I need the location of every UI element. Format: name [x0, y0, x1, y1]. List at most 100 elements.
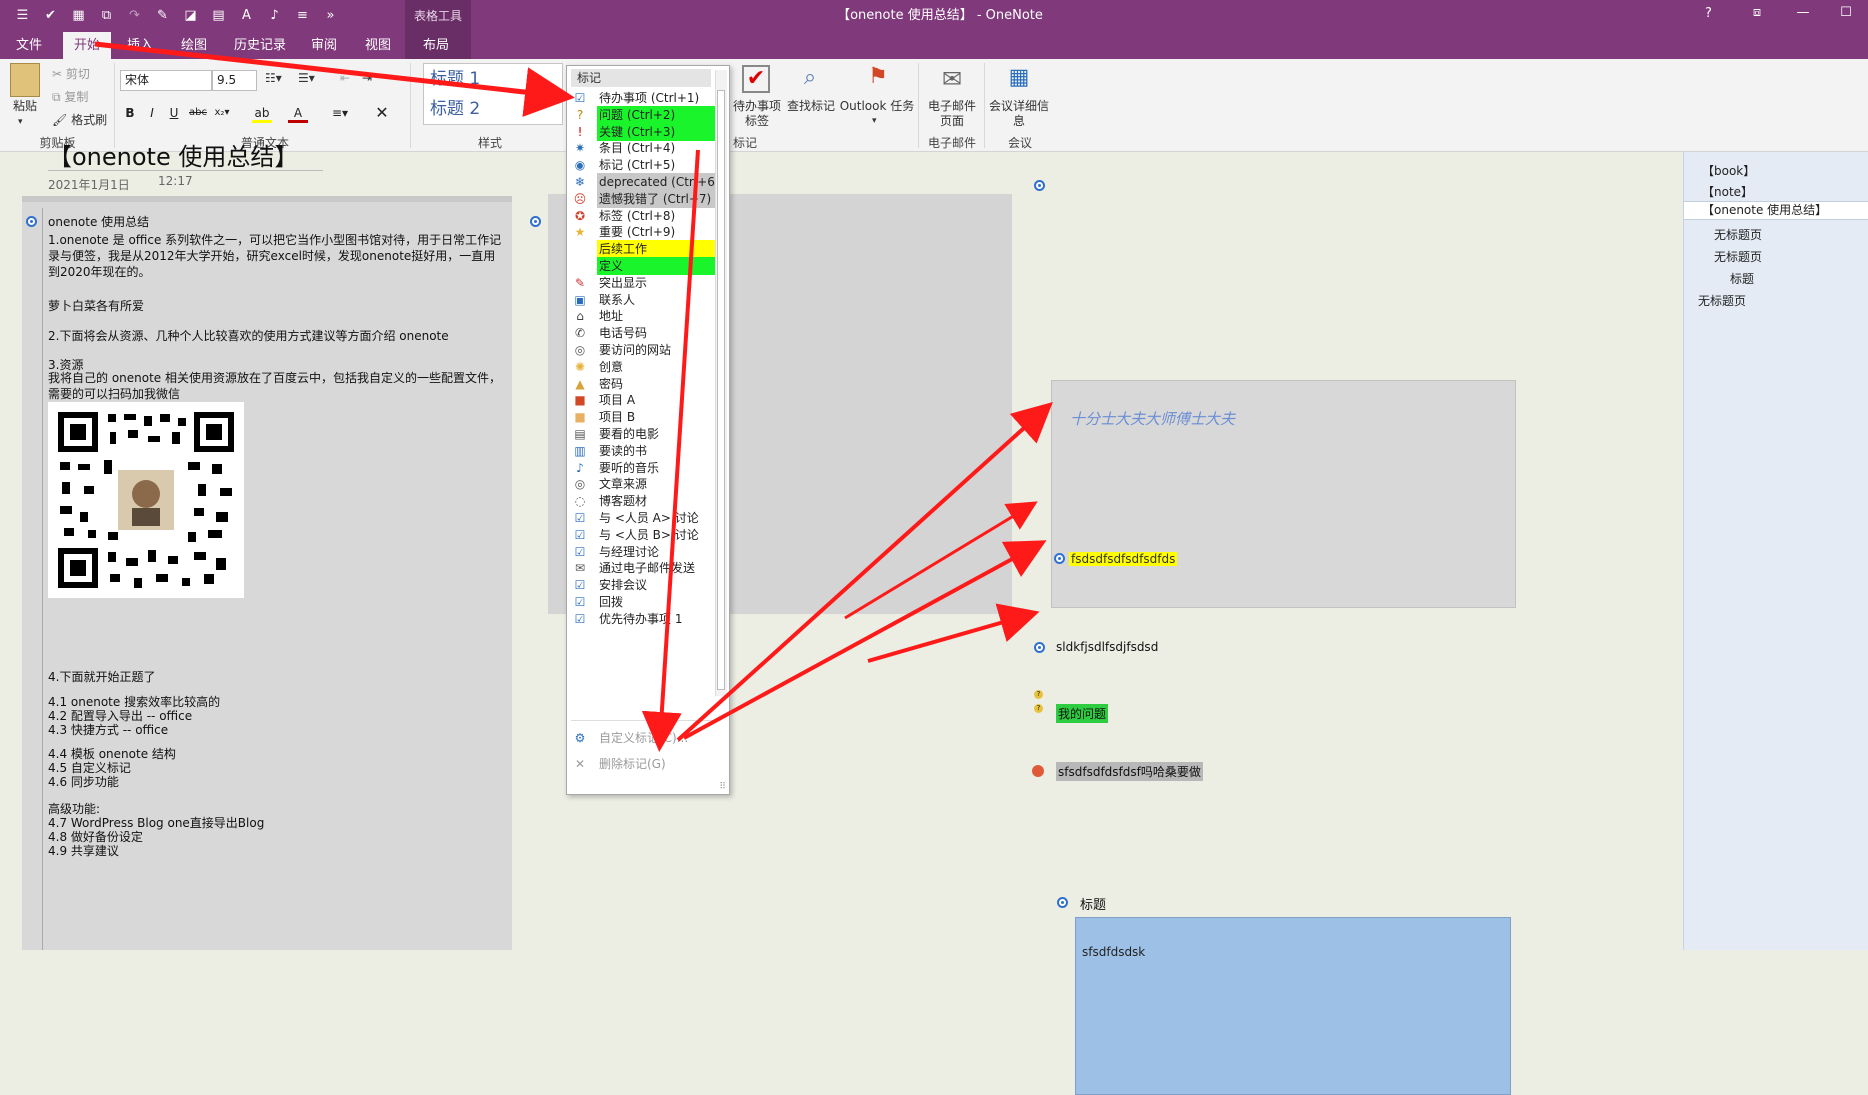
help-button[interactable]: ? [1705, 6, 1712, 21]
outline-bullet-icon[interactable] [530, 216, 541, 227]
microphone-icon[interactable]: ♪ [262, 6, 287, 26]
question-tag-icon[interactable]: ? [1034, 704, 1043, 713]
question-tag-icon[interactable]: ? [1034, 690, 1043, 699]
cut-button[interactable]: ✂ 剪切 [52, 65, 90, 82]
page-item-untitled[interactable]: 无标题页 [1714, 248, 1762, 265]
style-heading-1[interactable]: 标题 1 [424, 64, 562, 94]
font-color-icon[interactable]: A [288, 103, 308, 123]
minimize-icon[interactable]: — [1790, 5, 1816, 20]
outdent-icon[interactable]: ⇤ [340, 71, 350, 85]
format-painter-button[interactable]: 🖌 格式刷 [52, 111, 107, 128]
restore-ribbon-icon[interactable]: ⧈ [1744, 5, 1770, 20]
music-note-icon: ♪ [576, 460, 584, 475]
flag-icon[interactable]: ⚑ [865, 64, 891, 94]
tab-home[interactable]: 开始 [63, 32, 111, 59]
numbering-icon[interactable]: ☰▾ [298, 71, 315, 85]
group-label-tags: 标记 [732, 136, 757, 150]
strikethrough-icon[interactable]: abc [188, 103, 208, 123]
outlook-tasks-button[interactable]: Outlook 任务 [838, 99, 916, 114]
calendar-check-icon: ☑ [574, 578, 586, 593]
outlook-tasks-dropdown-icon[interactable]: ▾ [872, 114, 877, 129]
paste-icon[interactable] [10, 63, 40, 97]
page-item-selected[interactable]: 【onenote 使用总结】 [1684, 201, 1868, 220]
tab-draw[interactable]: 绘图 [172, 32, 216, 59]
page-canvas: 【onenote 使用总结】 2021年1月1日 12:17 onenote 使… [0, 143, 1683, 1095]
customize-tags-item[interactable]: ⚙ 自定义标记(C)... [567, 728, 717, 748]
tab-layout[interactable]: 布局 [412, 32, 460, 59]
underline-icon[interactable]: U [164, 103, 184, 123]
todo-tag-button[interactable]: 待办事项标签 [730, 99, 784, 129]
tab-view[interactable]: 视图 [356, 32, 400, 59]
tab-history[interactable]: 历史记录 [228, 32, 292, 59]
group-label-email: 电子邮件 [927, 136, 976, 150]
note-heading: onenote 使用总结 [48, 215, 150, 229]
page-item-untitled[interactable]: 无标题页 [1714, 226, 1762, 243]
align-icon[interactable]: ≡▾ [330, 103, 350, 123]
paste-button[interactable]: 粘贴 [10, 99, 40, 114]
clear-format-icon[interactable]: ✕ [372, 103, 392, 123]
page-item-title[interactable]: 标题 [1730, 270, 1754, 287]
note-container-handle[interactable] [22, 196, 512, 202]
table-icon[interactable]: ▦ [66, 6, 91, 26]
remove-tag-item[interactable]: ✕ 删除标记(G) [567, 754, 717, 774]
context-tab-label: 表格工具 [405, 0, 471, 32]
outline-bullet-icon[interactable] [1054, 553, 1065, 564]
tag-item[interactable]: ☑ 优先待办事项 1 [567, 609, 717, 629]
notebook-icon[interactable]: ☰ [10, 6, 35, 26]
paint-bucket-icon[interactable]: ◪ [178, 6, 203, 26]
dock-icon[interactable]: ⧉ [94, 6, 119, 26]
font-name-input[interactable]: 宋体 [120, 70, 212, 91]
sad-face-tag-icon[interactable] [1032, 765, 1044, 777]
outline-bullet-icon[interactable] [26, 216, 37, 227]
maximize-icon[interactable]: ☐ [1833, 5, 1859, 20]
book-icon: ▥ [574, 443, 586, 458]
styles-gallery[interactable]: 标题 1 标题 2 [423, 63, 563, 125]
highlight-icon[interactable]: ✎ [150, 6, 175, 26]
bold-icon[interactable]: B [120, 103, 140, 123]
italic-icon[interactable]: I [142, 103, 162, 123]
table-cell[interactable] [1075, 917, 1511, 1095]
note-list-item: 4.3 快捷方式 -- office [48, 723, 169, 737]
tab-file[interactable]: 文件 [5, 32, 53, 59]
dropdown-scroll-thumb[interactable] [717, 90, 725, 690]
page-item-untitled[interactable]: 无标题页 [1698, 292, 1746, 309]
copy-button[interactable]: ⧉ 复制 [52, 88, 88, 105]
email-icon[interactable]: ✉ [938, 65, 966, 93]
separator [114, 63, 115, 148]
meeting-details-button[interactable]: 会议详细信息 [988, 99, 1050, 129]
group-label-meetings: 会议 [1007, 136, 1032, 150]
page-title[interactable]: 【onenote 使用总结】 [48, 137, 298, 172]
redo-icon[interactable]: ↷ [122, 6, 147, 26]
meeting-calendar-icon[interactable]: ▦ [1004, 65, 1034, 93]
font-size-input[interactable]: 9.5 [212, 70, 257, 91]
note-paragraph: 1.onenote 是 office 系列软件之一，可以把它当作小型图书馆对待，… [48, 233, 502, 279]
highlight-color-icon[interactable]: ab [252, 103, 272, 123]
style-heading-2[interactable]: 标题 2 [424, 94, 562, 124]
find-tags-button[interactable]: 查找标记 [786, 99, 836, 114]
tab-insert[interactable]: 插入 [118, 32, 162, 59]
tab-review[interactable]: 审阅 [302, 32, 346, 59]
indent-icon[interactable]: ⇥ [362, 71, 372, 85]
email-page-button[interactable]: 电子邮件页面 [924, 99, 980, 129]
grid-icon[interactable]: ▤ [206, 6, 231, 26]
title-underline [48, 170, 323, 171]
page-item-book[interactable]: 【book】 [1702, 162, 1755, 179]
resize-grip-icon[interactable]: ⠿ [719, 782, 726, 792]
align-icon[interactable]: ≡ [290, 6, 315, 26]
bullets-icon[interactable]: ☷▾ [265, 71, 282, 85]
outline-bullet-icon[interactable] [1057, 897, 1068, 908]
outline-bullet-icon[interactable] [1034, 180, 1045, 191]
todo-checkbox-icon[interactable]: ✔ [742, 65, 770, 93]
font-color-icon[interactable]: A [234, 6, 259, 26]
paste-dropdown-icon[interactable]: ▾ [18, 115, 23, 130]
note-list-item: 4.9 共享建议 [48, 844, 119, 858]
pen-icon: ✎ [574, 275, 586, 290]
find-tags-icon[interactable]: ⌕ [795, 65, 825, 95]
more-icon[interactable]: » [318, 6, 343, 26]
subscript-icon[interactable]: x₂▾ [212, 103, 232, 123]
speech-bubble-icon: ◌ [574, 494, 586, 509]
table-cell-text: sfsdfdsdsk [1082, 945, 1146, 959]
tag-icon[interactable]: ✔ [38, 6, 63, 26]
page-item-note[interactable]: 【note】 [1702, 183, 1753, 200]
outline-bullet-icon[interactable] [1034, 642, 1045, 653]
